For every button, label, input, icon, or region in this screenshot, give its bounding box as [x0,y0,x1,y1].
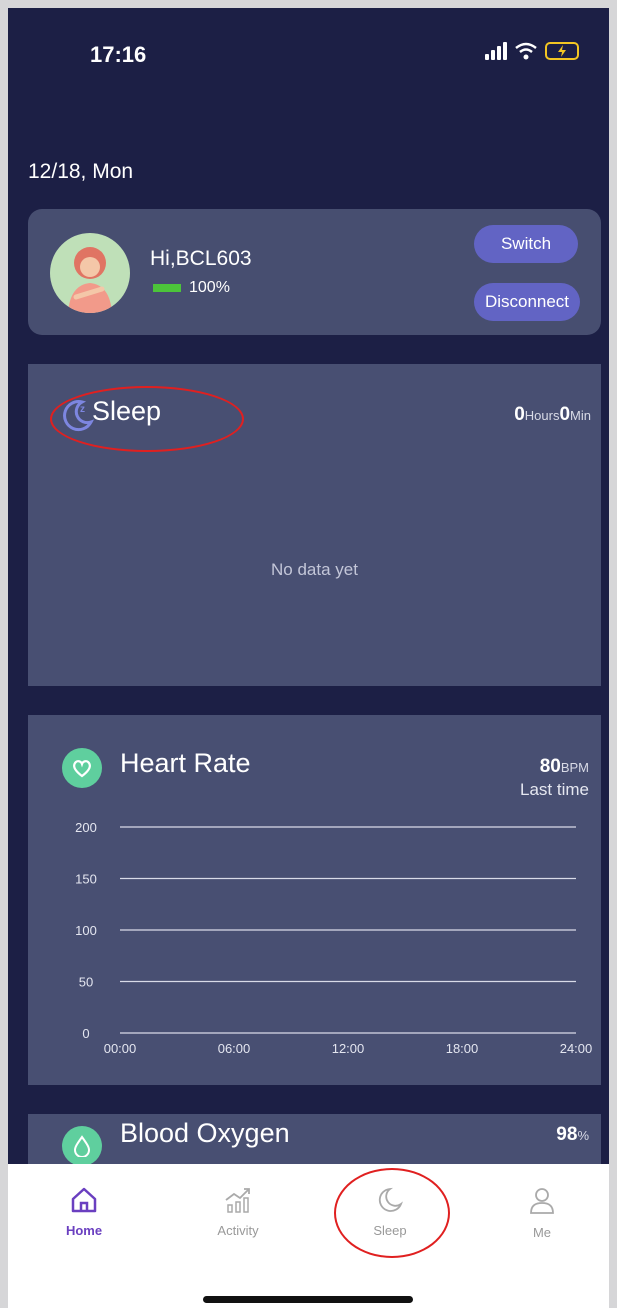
phone-screen: 17:16 12/18, Mon Hi,BCL603 100% Switch D… [8,8,609,1308]
y-tick-label: 150 [75,872,97,887]
battery-bar [153,284,181,292]
status-icons [485,42,579,60]
y-tick-label: 0 [82,1026,89,1041]
status-time: 17:16 [90,42,147,67]
tab-bar: Home Activity Sleep Me [8,1164,609,1308]
disconnect-button[interactable]: Disconnect [474,283,580,321]
user-icon [530,1188,554,1214]
heart-icon [62,748,102,788]
status-bar: 17:16 [8,8,609,98]
heart-rate-subtitle: Last time [520,780,589,799]
x-tick-label: 06:00 [218,1041,251,1056]
activity-icon [225,1188,250,1213]
x-tick-label: 12:00 [332,1041,365,1056]
heart-rate-card[interactable]: 200 150 100 50 0 00:00 06:00 12:00 18:00 24:00 [28,715,601,1085]
y-tick-label: 200 [75,820,97,835]
sleep-duration: 0Hours0Min [514,404,591,425]
wifi-icon [515,42,537,60]
battery-icon [545,42,579,60]
blood-oxygen-title: Blood Oxygen [120,1118,290,1148]
x-tick-label: 18:00 [446,1041,479,1056]
annotation-circle-sleep-tab [334,1168,450,1258]
switch-button[interactable]: Switch [474,225,578,263]
y-tick-label: 100 [75,923,97,938]
x-tick-label: 00:00 [104,1041,137,1056]
y-tick-label: 50 [79,975,93,990]
tab-activity-label: Activity [217,1223,259,1238]
tab-home-label: Home [65,1223,103,1238]
tab-activity[interactable]: Activity [188,1186,288,1238]
home-icon [71,1187,97,1213]
tab-home[interactable]: Home [34,1186,134,1238]
heart-rate-chart: 200 150 100 50 0 00:00 06:00 12:00 18:00 24:00 [75,820,593,1056]
signal-icon [485,42,507,60]
sleep-empty-text: No data yet [271,560,358,579]
device-battery: 100% [153,279,230,297]
home-indicator [203,1296,413,1303]
blood-oxygen-value: 98% [556,1124,589,1145]
heart-rate-title: Heart Rate [120,748,251,778]
device-card: Hi,BCL603 100% Switch Disconnect [28,209,601,335]
greeting: Hi,BCL603 [150,247,252,270]
battery-percent: 100% [189,279,230,296]
x-tick-label: 24:00 [560,1041,593,1056]
drop-icon [62,1126,102,1166]
tab-me-label: Me [532,1225,552,1240]
tab-me[interactable]: Me [492,1186,592,1240]
date-label: 12/18, Mon [28,160,134,183]
annotation-circle-sleep-title [50,386,244,452]
heart-rate-value: 80BPM Last time [520,756,589,799]
avatar[interactable] [50,233,130,313]
